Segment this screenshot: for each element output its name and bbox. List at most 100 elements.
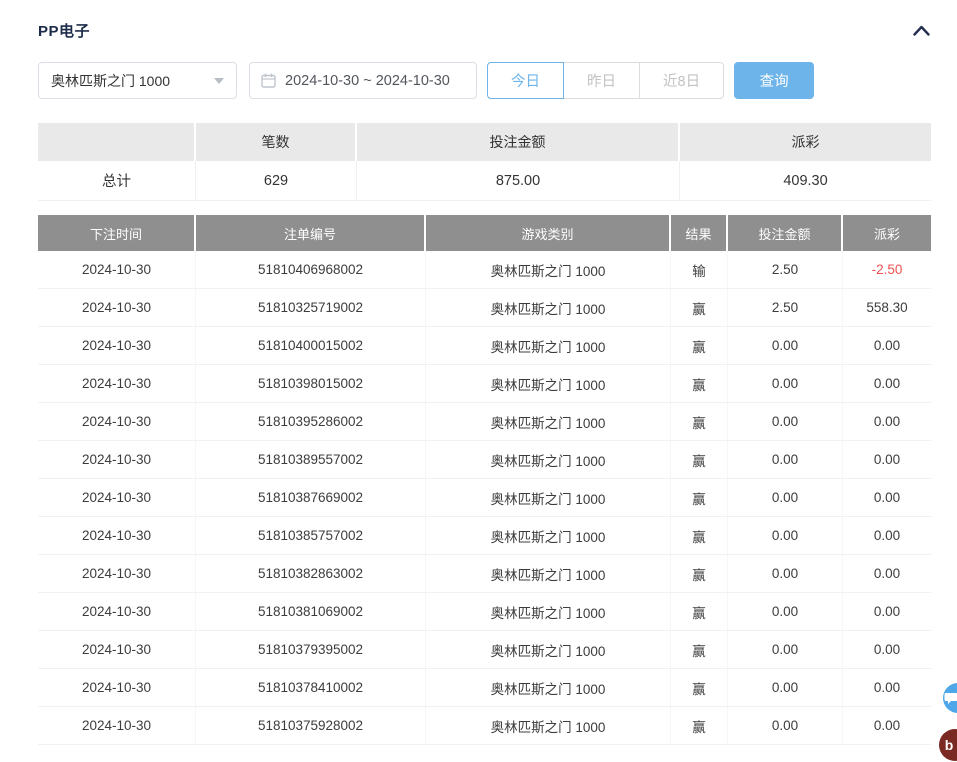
payout-cell: 0.00 (843, 403, 931, 441)
result-cell: 赢 (671, 631, 728, 669)
bet-time-cell: 2024-10-30 (38, 669, 196, 707)
table-row: 2024-10-3051810378410002奥林匹斯之门 1000赢0.00… (38, 669, 931, 707)
payout-cell: 0.00 (843, 441, 931, 479)
result-cell: 赢 (671, 707, 728, 745)
bet-time-cell: 2024-10-30 (38, 479, 196, 517)
payout-cell: 0.00 (843, 555, 931, 593)
order-id-cell: 51810325719002 (196, 289, 426, 327)
payout-cell: -2.50 (843, 251, 931, 289)
bet-time-cell: 2024-10-30 (38, 327, 196, 365)
date-range-input[interactable]: 2024-10-30 ~ 2024-10-30 (249, 62, 477, 99)
bet-amount-cell: 0.00 (728, 441, 843, 479)
result-cell: 赢 (671, 365, 728, 403)
brand-badge-button[interactable]: b (939, 729, 957, 761)
collapse-panel-button[interactable] (911, 20, 931, 40)
last-8-days-button[interactable]: 近8日 (639, 62, 724, 99)
table-row: 2024-10-3051810387669002奥林匹斯之门 1000赢0.00… (38, 479, 931, 517)
result-cell: 赢 (671, 555, 728, 593)
search-button[interactable]: 查询 (734, 62, 814, 99)
chevron-down-icon (214, 78, 224, 84)
payout-cell: 0.00 (843, 707, 931, 745)
table-row: 2024-10-3051810385757002奥林匹斯之门 1000赢0.00… (38, 517, 931, 555)
bet-amount-cell: 0.00 (728, 593, 843, 631)
payout-cell: 558.30 (843, 289, 931, 327)
summary-corner-cell (38, 123, 196, 161)
bet-time-cell: 2024-10-30 (38, 707, 196, 745)
game-type-cell: 奥林匹斯之门 1000 (426, 289, 671, 327)
summary-total-label: 总计 (38, 161, 196, 201)
bet-records-table: 下注时间 注单编号 游戏类别 结果 投注金额 派彩 2024-10-305181… (38, 215, 931, 745)
col-header-game-type: 游戏类别 (426, 215, 671, 251)
result-cell: 赢 (671, 441, 728, 479)
table-row: 2024-10-3051810406968002奥林匹斯之门 1000输2.50… (38, 251, 931, 289)
summary-header-payout: 派彩 (680, 123, 931, 161)
bet-amount-cell: 0.00 (728, 669, 843, 707)
game-type-cell: 奥林匹斯之门 1000 (426, 441, 671, 479)
order-id-cell: 51810381069002 (196, 593, 426, 631)
result-cell: 赢 (671, 327, 728, 365)
col-header-payout: 派彩 (843, 215, 931, 251)
table-row: 2024-10-3051810395286002奥林匹斯之门 1000赢0.00… (38, 403, 931, 441)
quick-date-group: 今日 昨日 近8日 (487, 62, 724, 99)
yesterday-button[interactable]: 昨日 (563, 62, 640, 99)
result-cell: 赢 (671, 669, 728, 707)
summary-count-value: 629 (196, 161, 357, 201)
result-cell: 赢 (671, 403, 728, 441)
order-id-cell: 51810378410002 (196, 669, 426, 707)
payout-cell: 0.00 (843, 327, 931, 365)
game-type-cell: 奥林匹斯之门 1000 (426, 669, 671, 707)
game-type-cell: 奥林匹斯之门 1000 (426, 327, 671, 365)
col-header-bet-time: 下注时间 (38, 215, 196, 251)
date-range-value: 2024-10-30 ~ 2024-10-30 (285, 73, 450, 89)
bet-time-cell: 2024-10-30 (38, 593, 196, 631)
payout-cell: 0.00 (843, 365, 931, 403)
result-cell: 赢 (671, 289, 728, 327)
bet-amount-cell: 0.00 (728, 327, 843, 365)
result-cell: 输 (671, 251, 728, 289)
game-type-cell: 奥林匹斯之门 1000 (426, 555, 671, 593)
payout-cell: 0.00 (843, 631, 931, 669)
bet-amount-cell: 0.00 (728, 517, 843, 555)
order-id-cell: 51810406968002 (196, 251, 426, 289)
order-id-cell: 51810379395002 (196, 631, 426, 669)
report-panel: PP电子 奥林匹斯之门 1000 2024-10-30 ~ 2024-10-30… (0, 17, 957, 745)
table-row: 2024-10-3051810379395002奥林匹斯之门 1000赢0.00… (38, 631, 931, 669)
result-cell: 赢 (671, 479, 728, 517)
bet-time-cell: 2024-10-30 (38, 403, 196, 441)
table-row: 2024-10-3051810398015002奥林匹斯之门 1000赢0.00… (38, 365, 931, 403)
game-type-cell: 奥林匹斯之门 1000 (426, 631, 671, 669)
order-id-cell: 51810400015002 (196, 327, 426, 365)
payout-cell: 0.00 (843, 593, 931, 631)
table-row: 2024-10-3051810375928002奥林匹斯之门 1000赢 0.00… (38, 707, 931, 745)
summary-bet-amount-value: 875.00 (357, 161, 680, 201)
order-id-cell: 51810375928002 (196, 707, 426, 745)
order-id-cell: 51810385757002 (196, 517, 426, 555)
today-button[interactable]: 今日 (487, 62, 564, 99)
summary-total-row: 总计 629 875.00 409.30 (38, 161, 931, 201)
game-select[interactable]: 奥林匹斯之门 1000 (38, 62, 237, 99)
game-type-cell: 奥林匹斯之门 1000 (426, 251, 671, 289)
bet-amount-cell: 0.00 (728, 403, 843, 441)
table-row: 2024-10-3051810389557002奥林匹斯之门 1000赢0.00… (38, 441, 931, 479)
table-row: 2024-10-3051810400015002奥林匹斯之门 1000赢0.00… (38, 327, 931, 365)
payout-cell: 0.00 (843, 517, 931, 555)
payout-cell: 0.00 (843, 479, 931, 517)
detail-table-body: 2024-10-3051810406968002奥林匹斯之门 1000输2.50… (38, 251, 931, 745)
calendar-icon (261, 73, 276, 88)
bet-time-cell: 2024-10-30 (38, 289, 196, 327)
chat-bubble-icon (944, 692, 957, 705)
summary-table: 笔数 投注金额 派彩 总计 629 875.00 409.30 (38, 123, 931, 201)
game-type-cell: 奥林匹斯之门 1000 (426, 707, 671, 745)
bet-amount-cell: 2.50 (728, 289, 843, 327)
game-type-cell: 奥林匹斯之门 1000 (426, 479, 671, 517)
summary-header-count: 笔数 (196, 123, 357, 161)
bet-amount-cell: 0.00 (728, 555, 843, 593)
table-row: 2024-10-3051810381069002奥林匹斯之门 1000赢0.00… (38, 593, 931, 631)
game-select-value: 奥林匹斯之门 1000 (51, 71, 170, 91)
bet-amount-cell: 0.00 (728, 479, 843, 517)
col-header-result: 结果 (671, 215, 728, 251)
table-row: 2024-10-3051810382863002奥林匹斯之门 1000赢0.00… (38, 555, 931, 593)
payout-cell: 0.00 (843, 669, 931, 707)
summary-payout-value: 409.30 (680, 161, 931, 201)
filter-bar: 奥林匹斯之门 1000 2024-10-30 ~ 2024-10-30 今日 昨… (38, 62, 931, 99)
